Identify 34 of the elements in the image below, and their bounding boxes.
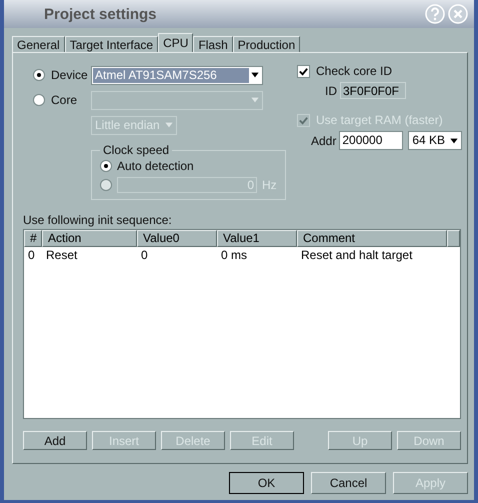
checkbox[interactable]: [297, 64, 310, 78]
table-cell-text: 0: [140, 247, 149, 264]
table-cell-text: Reset: [45, 247, 78, 264]
table-cell-text: 0: [27, 247, 36, 264]
tab[interactable]: Production: [232, 36, 300, 52]
column-header[interactable]: Value0: [137, 230, 217, 247]
close-icon[interactable]: [448, 4, 468, 24]
list-button[interactable]: Add: [23, 431, 87, 450]
tab[interactable]: Target Interface: [64, 36, 158, 52]
field-label: Addr: [311, 134, 336, 148]
radio-label: Auto detection: [117, 159, 194, 173]
checkbox-label: Check core ID: [316, 64, 392, 78]
tab[interactable]: General: [12, 36, 65, 52]
section-label: Use following init sequence:: [23, 213, 173, 227]
radio-label: Core: [51, 93, 78, 107]
tab[interactable]: Flash: [193, 36, 233, 52]
column-header[interactable]: Comment: [297, 230, 447, 247]
radio-button[interactable]: [100, 160, 112, 172]
table-cell-text: Reset and halt target: [300, 247, 414, 264]
table-cell-text: 0 ms: [220, 247, 248, 264]
id-field[interactable]: 3F0F0F0F: [340, 82, 406, 99]
dialog-button[interactable]: OK: [229, 472, 304, 494]
radio-button[interactable]: [33, 69, 45, 81]
column-header[interactable]: #: [24, 230, 42, 247]
column-header: [447, 230, 460, 247]
help-icon[interactable]: [425, 4, 445, 24]
dialog-button[interactable]: Cancel: [311, 472, 386, 494]
radio-label: Device: [51, 68, 88, 82]
tab[interactable]: CPU: [158, 33, 194, 52]
window-title: Project settings: [44, 6, 157, 22]
column-header[interactable]: Action: [42, 230, 137, 247]
group-title: Clock speed: [102, 143, 170, 157]
column-header[interactable]: Value1: [217, 230, 297, 247]
field-label: ID: [325, 84, 337, 98]
